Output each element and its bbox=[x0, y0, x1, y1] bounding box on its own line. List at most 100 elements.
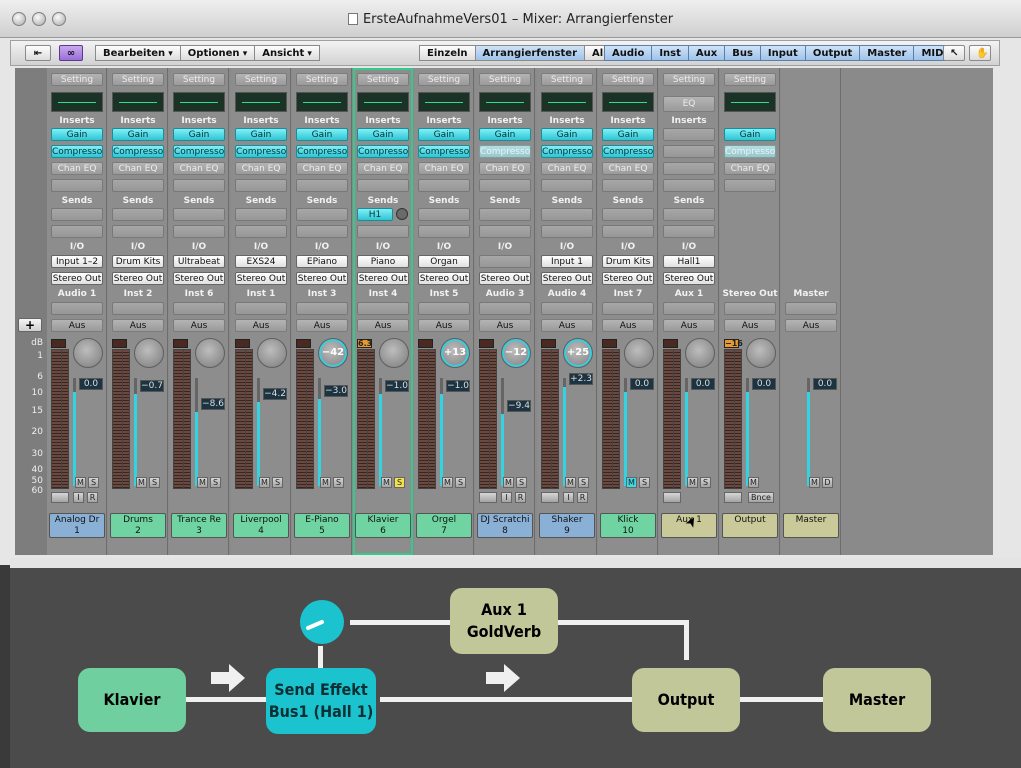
send-slot[interactable] bbox=[541, 208, 593, 221]
link-icon[interactable] bbox=[663, 492, 681, 503]
input-slot[interactable]: EXS24 bbox=[235, 255, 287, 268]
dim-button[interactable]: D bbox=[822, 477, 833, 488]
send-slot[interactable] bbox=[418, 208, 470, 221]
group-slot[interactable] bbox=[418, 302, 470, 315]
setting-button[interactable]: Setting bbox=[479, 73, 531, 86]
output-slot[interactable]: Stereo Out bbox=[541, 272, 593, 285]
track-name-plate[interactable]: E-Piano 5 bbox=[294, 513, 350, 538]
send-slot[interactable] bbox=[663, 208, 715, 221]
insert-compressor[interactable]: Compresso bbox=[296, 145, 348, 158]
input-slot[interactable]: Drum Kits bbox=[602, 255, 654, 268]
insert-slot[interactable] bbox=[418, 179, 470, 192]
automation-mode[interactable]: Aus bbox=[173, 319, 225, 332]
fader-value[interactable]: −8.6 bbox=[201, 398, 225, 410]
setting-button[interactable]: Setting bbox=[173, 73, 225, 86]
edit-menu[interactable]: Bearbeiten bbox=[95, 45, 181, 61]
insert-slot[interactable] bbox=[357, 179, 409, 192]
group-slot[interactable] bbox=[541, 302, 593, 315]
automation-mode[interactable]: Aus bbox=[724, 319, 776, 332]
insert-compressor[interactable]: Compresso bbox=[724, 145, 776, 158]
insert-slot[interactable] bbox=[173, 179, 225, 192]
setting-button[interactable]: Setting bbox=[51, 73, 103, 86]
insert-gain[interactable]: Gain bbox=[541, 128, 593, 141]
automation-mode[interactable]: Aus bbox=[479, 319, 531, 332]
eq-display[interactable] bbox=[173, 92, 225, 112]
mute-button[interactable]: M bbox=[320, 477, 331, 488]
eq-display[interactable] bbox=[112, 92, 164, 112]
insert-chan-eq[interactable]: Chan EQ bbox=[541, 162, 593, 175]
setting-button[interactable]: Setting bbox=[602, 73, 654, 86]
fader-value[interactable]: 0.0 bbox=[79, 378, 103, 390]
add-channel-button[interactable]: + bbox=[18, 318, 42, 332]
automation-mode[interactable]: Aus bbox=[785, 319, 837, 332]
insert-gain[interactable]: Gain bbox=[296, 128, 348, 141]
track-name-plate[interactable]: Trance Re 3 bbox=[171, 513, 227, 538]
input-monitor-button[interactable]: I bbox=[501, 492, 512, 503]
solo-button[interactable]: S bbox=[455, 477, 466, 488]
setting-button[interactable]: Setting bbox=[541, 73, 593, 86]
track-name-plate[interactable]: Orgel 7 bbox=[416, 513, 472, 538]
insert-slot[interactable] bbox=[296, 179, 348, 192]
output-slot[interactable]: Stereo Out bbox=[112, 272, 164, 285]
pan-knob[interactable] bbox=[73, 338, 103, 368]
setting-button[interactable]: Setting bbox=[418, 73, 470, 86]
send-slot[interactable] bbox=[541, 225, 593, 238]
insert-gain[interactable]: Gain bbox=[357, 128, 409, 141]
solo-button[interactable]: S bbox=[88, 477, 99, 488]
insert-chan-eq[interactable]: Chan EQ bbox=[51, 162, 103, 175]
send-slot[interactable] bbox=[112, 225, 164, 238]
link-icon[interactable]: ∞ bbox=[59, 45, 83, 61]
filter-aux[interactable]: Aux bbox=[688, 45, 726, 61]
setting-button[interactable]: Setting bbox=[112, 73, 164, 86]
send-slot[interactable] bbox=[357, 225, 409, 238]
output-slot[interactable]: Stereo Out bbox=[479, 272, 531, 285]
send-slot[interactable] bbox=[479, 225, 531, 238]
insert-gain[interactable]: Gain bbox=[418, 128, 470, 141]
bounce-button[interactable]: Bnce bbox=[748, 492, 774, 503]
send-slot[interactable] bbox=[479, 208, 531, 221]
input-slot[interactable]: Input 1–2 bbox=[51, 255, 103, 268]
insert-compressor[interactable]: Compresso bbox=[541, 145, 593, 158]
eq-display[interactable] bbox=[296, 92, 348, 112]
insert-chan-eq[interactable]: Chan EQ bbox=[173, 162, 225, 175]
insert-compressor[interactable]: Compresso bbox=[235, 145, 287, 158]
send-slot[interactable] bbox=[602, 225, 654, 238]
pan-knob[interactable] bbox=[746, 338, 776, 368]
automation-mode[interactable]: Aus bbox=[541, 319, 593, 332]
pan-knob[interactable] bbox=[257, 338, 287, 368]
insert-gain[interactable]: Gain bbox=[173, 128, 225, 141]
insert-slot[interactable] bbox=[663, 179, 715, 192]
input-slot[interactable] bbox=[479, 255, 531, 268]
mute-button[interactable]: M bbox=[503, 477, 514, 488]
filter-master[interactable]: Master bbox=[860, 45, 915, 61]
automation-mode[interactable]: Aus bbox=[357, 319, 409, 332]
automation-mode[interactable]: Aus bbox=[602, 319, 654, 332]
mute-button[interactable]: M bbox=[259, 477, 270, 488]
fader-value[interactable]: −0.7 bbox=[140, 380, 164, 392]
insert-compressor[interactable]: Compresso bbox=[51, 145, 103, 158]
send-slot[interactable] bbox=[235, 208, 287, 221]
solo-button[interactable]: S bbox=[333, 477, 344, 488]
pan-knob[interactable]: −12 bbox=[501, 338, 531, 368]
insert-slot[interactable] bbox=[724, 179, 776, 192]
link-icon[interactable] bbox=[51, 492, 69, 503]
group-slot[interactable] bbox=[785, 302, 837, 315]
insert-slot[interactable] bbox=[51, 179, 103, 192]
eq-display[interactable] bbox=[479, 92, 531, 112]
output-slot[interactable]: Stereo Out bbox=[173, 272, 225, 285]
insert-compressor[interactable]: Compresso bbox=[602, 145, 654, 158]
mute-button[interactable]: M bbox=[75, 477, 86, 488]
solo-button[interactable]: S bbox=[516, 477, 527, 488]
options-menu[interactable]: Optionen bbox=[180, 45, 256, 61]
send-slot[interactable] bbox=[112, 208, 164, 221]
track-name-plate[interactable]: DJ Scratchi 8 bbox=[477, 513, 533, 538]
insert-slot[interactable] bbox=[235, 179, 287, 192]
eq-display[interactable] bbox=[541, 92, 593, 112]
group-slot[interactable] bbox=[602, 302, 654, 315]
output-slot[interactable]: Stereo Out bbox=[51, 272, 103, 285]
input-monitor-button[interactable]: I bbox=[563, 492, 574, 503]
insert-gain[interactable]: Gain bbox=[235, 128, 287, 141]
insert-chan-eq[interactable]: Chan EQ bbox=[296, 162, 348, 175]
setting-button[interactable]: Setting bbox=[296, 73, 348, 86]
track-name-plate[interactable]: Klick 10 bbox=[600, 513, 656, 538]
